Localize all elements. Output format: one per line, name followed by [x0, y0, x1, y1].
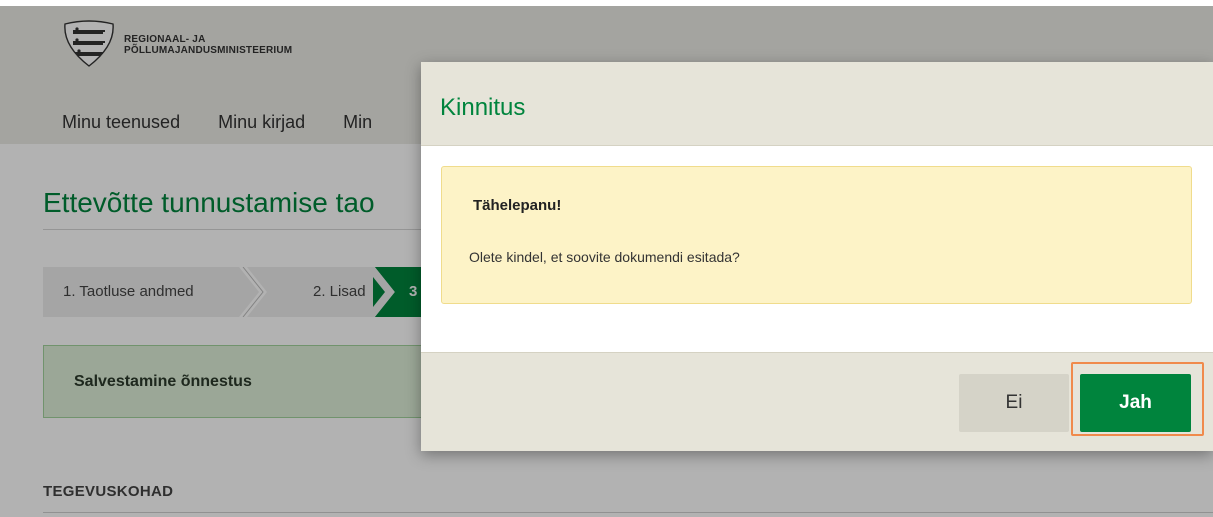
warning-alert: Tähelepanu! Olete kindel, et soovite dok…: [441, 166, 1192, 304]
confirm-dialog: Kinnitus Tähelepanu! Olete kindel, et so…: [421, 62, 1213, 451]
warning-title: Tähelepanu!: [473, 197, 562, 214]
yes-button[interactable]: Jah: [1080, 374, 1191, 432]
dialog-body: Tähelepanu! Olete kindel, et soovite dok…: [421, 146, 1213, 352]
dialog-header: Kinnitus: [421, 62, 1213, 146]
dialog-title: Kinnitus: [440, 94, 526, 121]
no-button[interactable]: Ei: [959, 374, 1069, 432]
warning-message: Olete kindel, et soovite dokumendi esita…: [469, 249, 740, 265]
dialog-footer: Ei Jah: [421, 352, 1213, 451]
